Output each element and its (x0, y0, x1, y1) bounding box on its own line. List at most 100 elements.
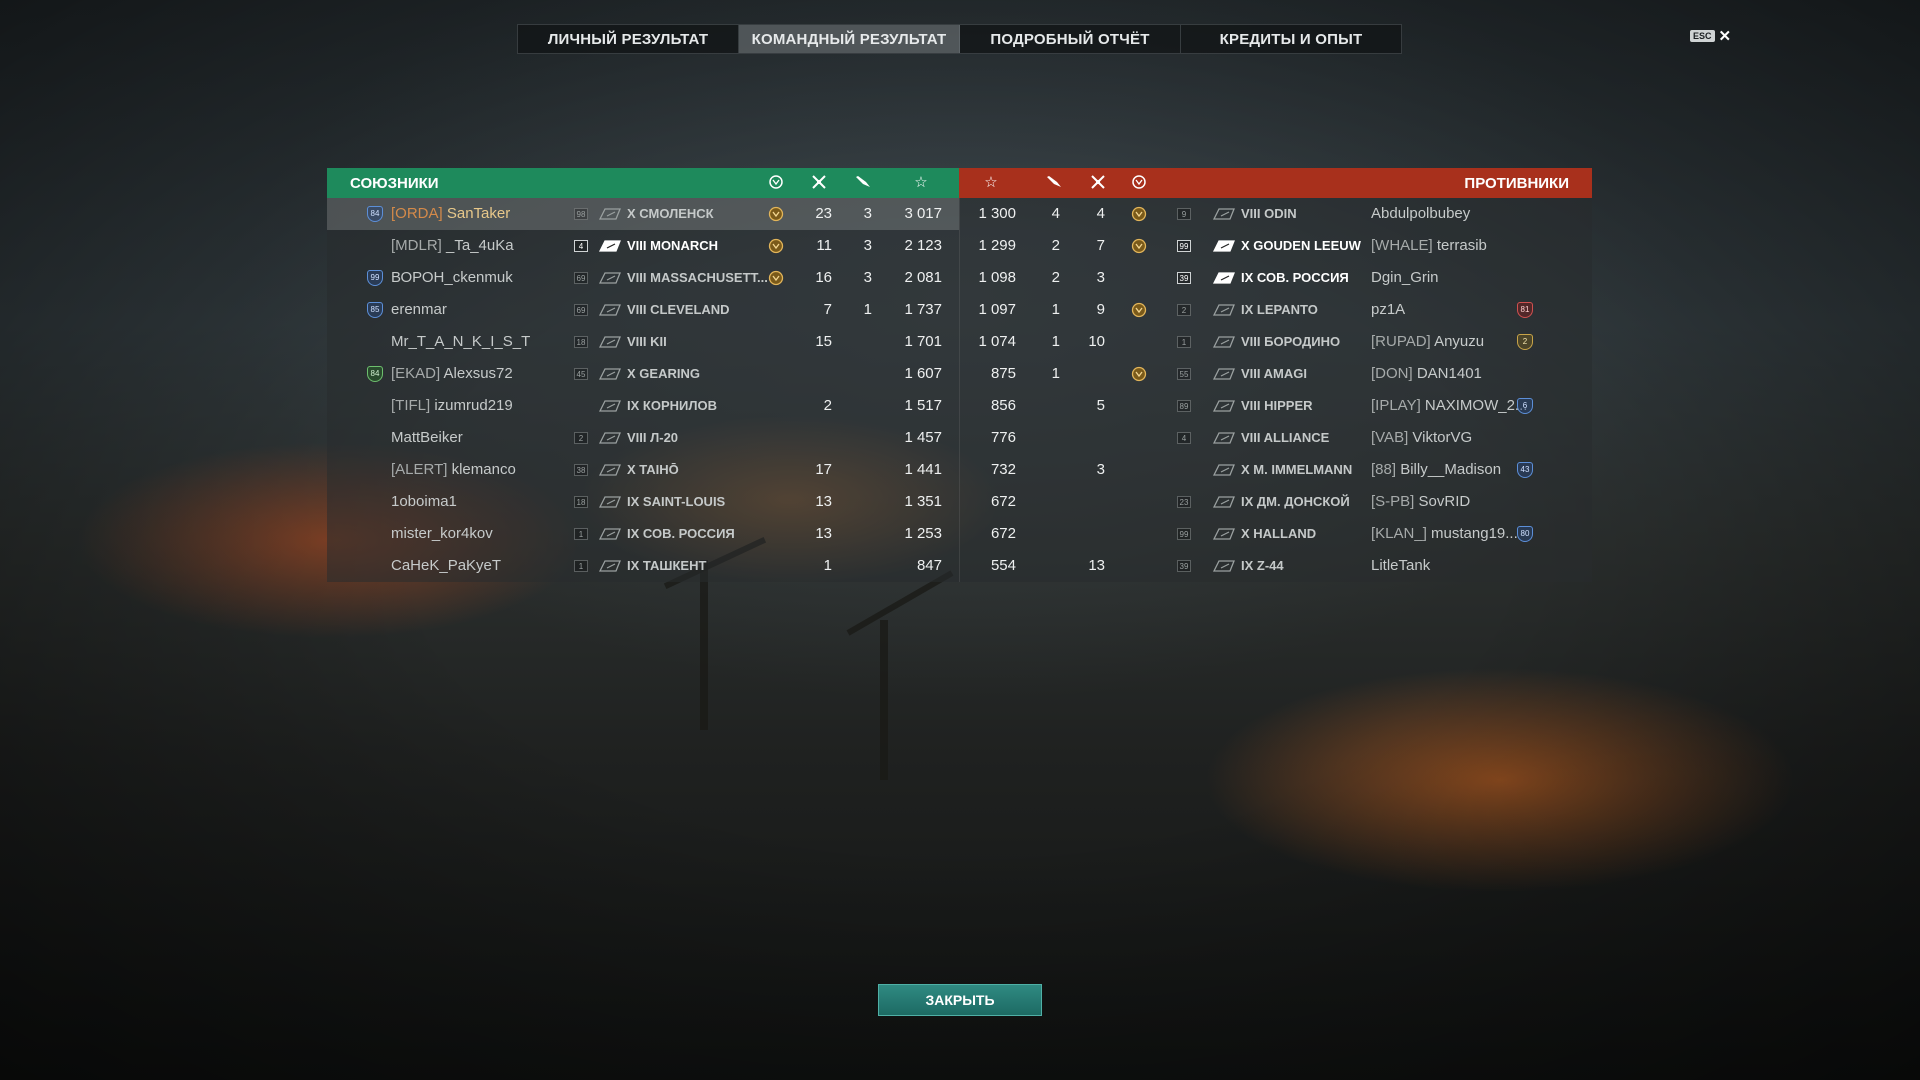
player-name[interactable]: mister_kor4kov (391, 518, 493, 550)
player-name[interactable]: Abdulpolbubey (1371, 198, 1470, 230)
kills-value: 13 (815, 525, 832, 542)
ally-cell[interactable]: 84 [EKAD] Alexsus72 45 X GEARING 1 607 (327, 358, 959, 390)
player-name[interactable]: Mr_T_A_N_K_I_S_T (391, 326, 530, 358)
table-row[interactable]: 85 erenmar 69 VIII CLEVELAND 7 1 1 737 1 097 1 9 2… (327, 294, 1592, 326)
table-row[interactable]: 84 [ORDA] SanTaker 98 X СМОЛЕНСК 23 3 3 017 1 3… (327, 198, 1592, 230)
ally-cell[interactable]: CaHeK_PaKyeT 1 IX ТАШКЕНТ 1 847 (327, 550, 959, 582)
ally-cell[interactable]: [MDLR] _Ta_4uKa 4 VIII MONARCH 11 3 2 123 (327, 230, 959, 262)
medal-icon (768, 270, 784, 286)
score-value: 1 701 (904, 333, 942, 350)
tab-credits-experience[interactable]: КРЕДИТЫ И ОПЫТ (1181, 25, 1401, 53)
enemy-cell[interactable]: 875 1 55 VIII AMAGI [DON] DAN1401 (959, 358, 1592, 390)
table-row[interactable]: 1oboima1 18 IX SAINT-LOUIS 13 1 351 672 23 IX Д… (327, 486, 1592, 518)
enemy-cell[interactable]: 1 098 2 3 39 IX СОВ. РОССИЯ Dgin_Grin (959, 262, 1592, 294)
enemy-cell[interactable]: 1 299 2 7 99 X GOUDEN LEEUW [WHALE] terrasib (959, 230, 1592, 262)
player-nickname: CaHeK_PaKyeT (391, 557, 502, 574)
player-name[interactable]: [88] Billy__Madison (1371, 454, 1501, 486)
service-level-badge: 89 (1177, 400, 1191, 412)
score-value: 732 (990, 461, 1016, 478)
enemy-cell[interactable]: 1 074 1 10 1 VIII БОРОДИНО [RUPAD] Anyuzu 2 (959, 326, 1592, 358)
ship-class-icon (598, 239, 621, 253)
player-nickname: terrasib (1436, 237, 1487, 254)
table-row[interactable]: 84 [EKAD] Alexsus72 45 X GEARING 1 607 875 1 55… (327, 358, 1592, 390)
player-name[interactable]: [TIFL] izumrud219 (391, 390, 513, 422)
service-level-badge: 45 (574, 368, 588, 380)
table-row[interactable]: Mr_T_A_N_K_I_S_T 18 VIII KII 15 1 701 1 074 1 1… (327, 326, 1592, 358)
ally-cell[interactable]: Mr_T_A_N_K_I_S_T 18 VIII KII 15 1 701 (327, 326, 959, 358)
player-name[interactable]: [ORDA] SanTaker (391, 198, 510, 230)
ally-cell[interactable]: [ALERT] klemanco 38 X TAIHŌ 17 1 441 (327, 454, 959, 486)
planes-value (1040, 486, 1060, 518)
player-name[interactable]: [DON] DAN1401 (1371, 358, 1482, 390)
ally-cell[interactable]: 1oboima1 18 IX SAINT-LOUIS 13 1 351 (327, 486, 959, 518)
enemy-cell[interactable]: 672 23 IX ДМ. ДОНСКОЙ [S-PB] SovRID (959, 486, 1592, 518)
esc-close[interactable]: ESC ✕ (1690, 27, 1731, 45)
player-nickname: izumrud219 (434, 397, 513, 414)
kills-value: 4 (1096, 205, 1105, 222)
ally-cell[interactable]: MattBeiker 2 VIII Л-20 1 457 (327, 422, 959, 454)
close-button[interactable]: ЗАКРЫТЬ (878, 984, 1042, 1016)
player-name[interactable]: [MDLR] _Ta_4uKa (391, 230, 514, 262)
player-name[interactable]: pz1A (1371, 294, 1405, 326)
ally-cell[interactable]: 85 erenmar 69 VIII CLEVELAND 7 1 1 737 (327, 294, 959, 326)
enemy-cell[interactable]: 1 300 4 4 9 VIII ODIN Abdulpolbubey (959, 198, 1592, 230)
enemy-cell[interactable]: 672 99 X HALLAND [KLAN_] mustang19... 80 (959, 518, 1592, 550)
table-row[interactable]: CaHeK_PaKyeT 1 IX ТАШКЕНТ 1 847 554 13 39 IX Z-4… (327, 550, 1592, 582)
player-name[interactable]: [IPLAY] NAXIMOW_2... (1371, 390, 1527, 422)
ally-cell[interactable]: mister_kor4kov 1 IX СОВ. РОССИЯ 13 1 253 (327, 518, 959, 550)
planes-value (832, 486, 872, 518)
ally-cell[interactable]: [TIFL] izumrud219 IX КОРНИЛОВ 2 1 517 (327, 390, 959, 422)
ship-class-icon (1212, 367, 1235, 381)
player-name[interactable]: [KLAN_] mustang19... (1371, 518, 1518, 550)
enemy-cell[interactable]: 776 4 VIII ALLIANCE [VAB] ViktorVG (959, 422, 1592, 454)
ship-name: IX SAINT-LOUIS (627, 494, 726, 509)
enemy-cell[interactable]: 732 3 X M. IMMELMANN [88] Billy__Madison 43 (959, 454, 1592, 486)
ally-cell[interactable]: 99 ВОРОН_ckenmuk 69 VIII MASSACHUSETT... 16 3… (327, 262, 959, 294)
medal-column-icon (1130, 174, 1148, 192)
service-level-badge: 9 (1177, 208, 1191, 220)
planes-value: 3 (863, 237, 872, 254)
player-nickname: NAXIMOW_2... (1424, 397, 1528, 414)
player-name[interactable]: [RUPAD] Anyuzu (1371, 326, 1484, 358)
ship-name: X GEARING (627, 366, 700, 381)
table-row[interactable]: [ALERT] klemanco 38 X TAIHŌ 17 1 441 732 3 X M.… (327, 454, 1592, 486)
ship-name: VIII MASSACHUSETT... (627, 270, 768, 285)
tab-personal-result[interactable]: ЛИЧНЫЙ РЕЗУЛЬТАТ (518, 25, 739, 53)
player-name[interactable]: [S-PB] SovRID (1371, 486, 1470, 518)
rank-badge-icon: 84 (367, 366, 383, 382)
planes-value: 4 (1051, 205, 1060, 222)
close-icon[interactable]: ✕ (1719, 27, 1732, 45)
player-name[interactable]: [VAB] ViktorVG (1371, 422, 1472, 454)
player-name[interactable]: LitleTank (1371, 550, 1430, 582)
enemy-cell[interactable]: 856 5 89 VIII HIPPER [IPLAY] NAXIMOW_2... 6 (959, 390, 1592, 422)
planes-value (1040, 550, 1060, 582)
service-level-badge: 39 (1177, 272, 1191, 284)
enemy-cell[interactable]: 1 097 1 9 2 IX LEPANTO pz1A 81 (959, 294, 1592, 326)
player-name[interactable]: Dgin_Grin (1371, 262, 1439, 294)
tab-detailed-report[interactable]: ПОДРОБНЫЙ ОТЧЁТ (960, 25, 1181, 53)
player-name[interactable]: MattBeiker (391, 422, 463, 454)
player-name[interactable]: CaHeK_PaKyeT (391, 550, 501, 582)
table-row[interactable]: MattBeiker 2 VIII Л-20 1 457 776 4 VIII ALLIAN… (327, 422, 1592, 454)
player-name[interactable]: [EKAD] Alexsus72 (391, 358, 513, 390)
player-nickname: Abdulpolbubey (1371, 205, 1471, 222)
kills-value (787, 358, 832, 390)
player-name[interactable]: [WHALE] terrasib (1371, 230, 1487, 262)
player-name[interactable]: 1oboima1 (391, 486, 457, 518)
player-name[interactable]: erenmar (391, 294, 447, 326)
ally-cell[interactable]: 84 [ORDA] SanTaker 98 X СМОЛЕНСК 23 3 3 017 (327, 198, 959, 230)
ship-class-icon (598, 463, 621, 477)
player-nickname: 1oboima1 (391, 493, 457, 510)
table-row[interactable]: [TIFL] izumrud219 IX КОРНИЛОВ 2 1 517 856 5 89… (327, 390, 1592, 422)
table-row[interactable]: 99 ВОРОН_ckenmuk 69 VIII MASSACHUSETT... 16 3… (327, 262, 1592, 294)
ship-name: VIII ODIN (1241, 206, 1297, 221)
table-row[interactable]: [MDLR] _Ta_4uKa 4 VIII MONARCH 11 3 2 123 1 29… (327, 230, 1592, 262)
enemy-cell[interactable]: 554 13 39 IX Z-44 LitleTank (959, 550, 1592, 582)
service-level-badge: 1 (1177, 336, 1191, 348)
player-name[interactable]: [ALERT] klemanco (391, 454, 516, 486)
score-value: 1 253 (904, 525, 942, 542)
tab-team-result[interactable]: КОМАНДНЫЙ РЕЗУЛЬТАТ (739, 25, 960, 53)
table-row[interactable]: mister_kor4kov 1 IX СОВ. РОССИЯ 13 1 253 672 9… (327, 518, 1592, 550)
score-value: 3 017 (904, 205, 942, 222)
player-name[interactable]: ВОРОН_ckenmuk (391, 262, 513, 294)
